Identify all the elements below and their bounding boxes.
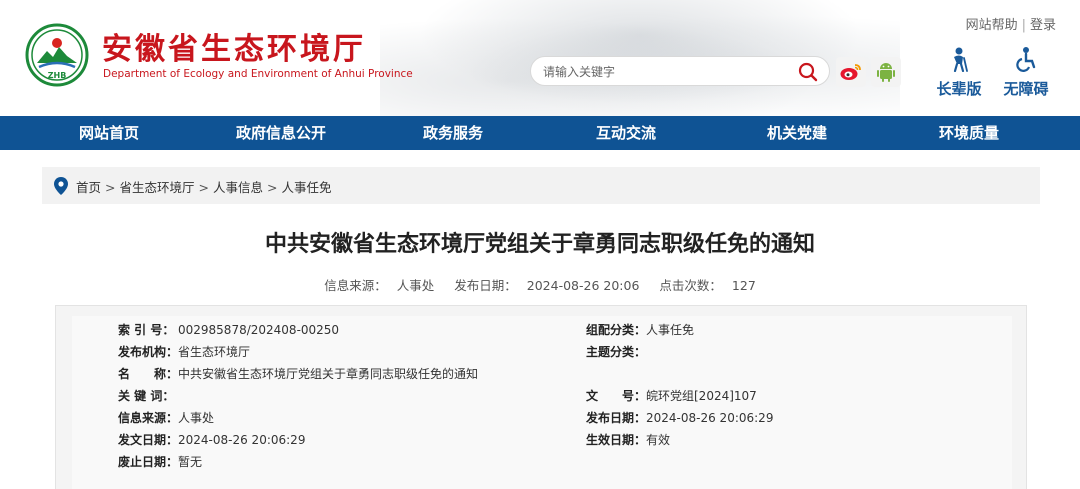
breadcrumb-appointments[interactable]: 人事任免: [282, 180, 332, 195]
site-logo[interactable]: ZHB: [25, 23, 89, 87]
nav-item-home[interactable]: 网站首页: [79, 116, 139, 150]
article-meta: 信息来源： 人事处 发布日期： 2024-08-26 20:06 点击次数： 127: [0, 275, 1080, 294]
info-row-effective: 生效日期：有效: [586, 433, 671, 447]
search-box: [530, 56, 830, 86]
info-row-issuedate: 发文日期：2024-08-26 20:06:29: [118, 433, 306, 447]
info-row-docno: 文 号：皖环党组[2024]107: [586, 389, 757, 403]
meta-source: 信息来源： 人事处: [324, 278, 435, 293]
location-pin-icon: [54, 177, 68, 195]
breadcrumb-trail: 首页 > 省生态环境厅 > 人事信息 > 人事任免: [76, 177, 332, 196]
breadcrumb-department[interactable]: 省生态环境厅: [120, 180, 195, 195]
info-row-expiry: 废止日期：暂无: [118, 455, 203, 469]
search-input[interactable]: [543, 62, 783, 82]
logo-text: ZHB: [48, 71, 67, 80]
info-row-source: 信息来源：人事处: [118, 411, 215, 425]
info-row-topic: 主题分类：: [586, 345, 647, 359]
info-row-name: 名 称：中共安徽省生态环境厅党组关于章勇同志职级任免的通知: [118, 367, 479, 381]
nav-item-services[interactable]: 政务服务: [423, 116, 483, 150]
breadcrumb-personnel-info[interactable]: 人事信息: [213, 180, 263, 195]
site-title: 安徽省生态环境厅: [102, 32, 366, 67]
link-separator: |: [1021, 18, 1026, 33]
android-icon[interactable]: [871, 57, 901, 87]
accessibility-label: 无障碍: [1003, 80, 1049, 98]
top-links: 网站帮助 | 登录: [966, 14, 1056, 33]
accessibility-icon: [996, 46, 1056, 76]
info-row-keywords: 关 键 词：: [118, 389, 175, 403]
breadcrumb: 首页 > 省生态环境厅 > 人事信息 > 人事任免: [42, 167, 1040, 204]
nav-item-gov-info[interactable]: 政府信息公开: [236, 116, 326, 150]
site-header: ZHB 安徽省生态环境厅 Department of Ecology and E…: [0, 0, 1080, 116]
info-row-category: 组配分类：人事任免: [586, 323, 695, 337]
login-link[interactable]: 登录: [1030, 18, 1056, 33]
document-info-panel: 索 引 号： 002985878/202408-00250 组配分类：人事任免 发…: [55, 305, 1027, 489]
main-nav: 网站首页 政府信息公开 政务服务 互动交流 机关党建 环境质量: [0, 116, 1080, 150]
article-title: 中共安徽省生态环境厅党组关于章勇同志职级任免的通知: [264, 232, 815, 257]
breadcrumb-home[interactable]: 首页: [76, 180, 101, 195]
elder-mode-button[interactable]: 长辈版: [929, 46, 989, 99]
meta-date: 发布日期： 2024-08-26 20:06: [454, 278, 640, 293]
help-link[interactable]: 网站帮助: [966, 18, 1018, 33]
info-row-index: 索 引 号： 002985878/202408-00250: [118, 323, 340, 337]
info-row-pubdate: 发布日期：2024-08-26 20:06:29: [586, 411, 774, 425]
site-subtitle: Department of Ecology and Environment of…: [103, 68, 413, 80]
breadcrumb-separator: >: [267, 180, 278, 195]
elder-mode-label: 长辈版: [936, 80, 982, 98]
info-row-publisher: 发布机构：省生态环境厅: [118, 345, 251, 359]
breadcrumb-separator: >: [105, 180, 116, 195]
document-info-table: 索 引 号： 002985878/202408-00250 组配分类：人事任免 发…: [72, 316, 1012, 489]
search-icon[interactable]: [797, 61, 819, 83]
nav-item-environment[interactable]: 环境质量: [939, 116, 999, 150]
nav-item-party[interactable]: 机关党建: [767, 116, 827, 150]
elder-mode-icon: [929, 46, 989, 76]
breadcrumb-separator: >: [198, 180, 209, 195]
accessibility-button[interactable]: 无障碍: [996, 46, 1056, 99]
meta-clicks: 点击次数： 127: [659, 278, 756, 293]
nav-item-interaction[interactable]: 互动交流: [596, 116, 656, 150]
weibo-icon[interactable]: [836, 57, 866, 87]
